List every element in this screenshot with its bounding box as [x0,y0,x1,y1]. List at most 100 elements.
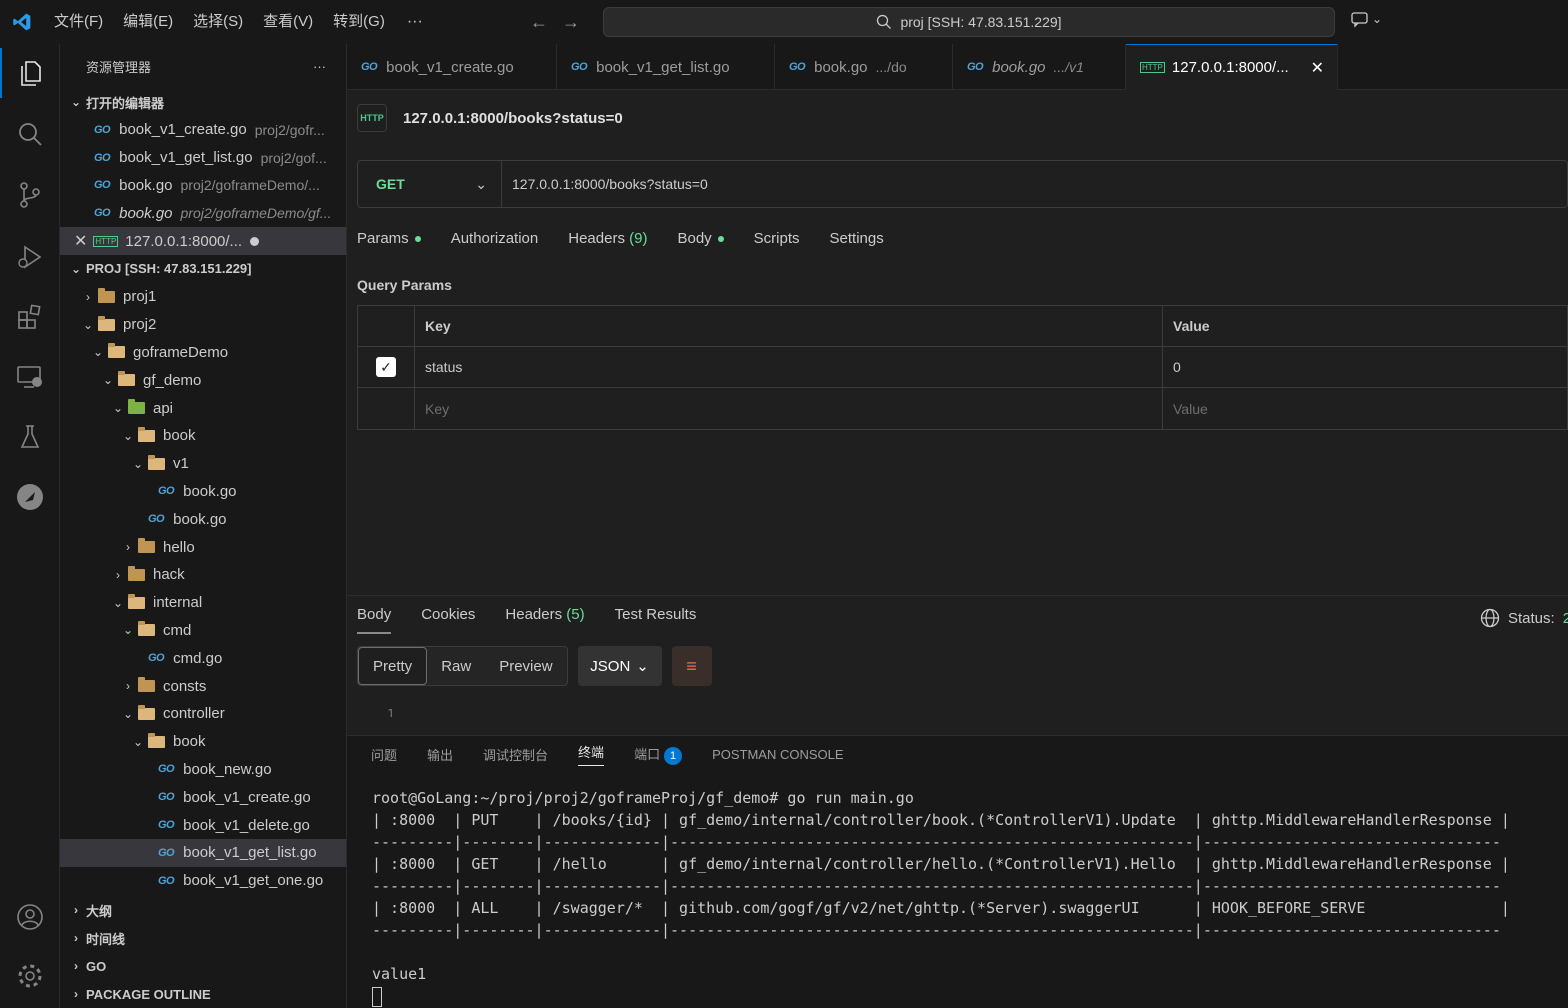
project-header[interactable]: ⌄ PROJ [SSH: 47.83.151.229] [60,255,346,283]
response-tab-test-results[interactable]: Test Results [615,606,697,634]
account-icon[interactable] [0,892,60,942]
tab-settings[interactable]: Settings [830,230,884,247]
new-value-input[interactable]: Value [1163,388,1567,429]
tree-item-folder[interactable]: ⌄ controller [60,700,346,728]
tree-item-folder[interactable]: ⌄ internal [60,589,346,617]
copilot-chat-button[interactable]: ⌄ [1350,10,1382,28]
tree-item-file[interactable]: GO book.go [60,478,346,506]
close-icon[interactable]: ✕ [74,231,87,251]
wrap-lines-icon[interactable]: ≡ [671,646,712,686]
testing-icon[interactable] [0,412,60,462]
http-request-icon: HTTP [1140,62,1165,73]
tree-item-file[interactable]: GO book_v1_delete.go [60,811,346,839]
tab-book-v1-get-list[interactable]: GO book_v1_get_list.go [557,44,775,90]
tree-item-folder[interactable]: › hack [60,561,346,589]
search-icon [877,14,892,29]
folder-open-icon [108,343,125,359]
tree-item-folder[interactable]: ⌄ v1 [60,450,346,478]
outline-section[interactable]: › 大纲 [60,896,346,924]
timeline-section[interactable]: › 时间线 [60,924,346,952]
tree-item-folder[interactable]: ⌄ api [60,394,346,422]
tab-scripts[interactable]: Scripts [754,230,800,247]
tree-item-folder[interactable]: ⌄ gf_demo [60,366,346,394]
tree-item-folder[interactable]: ⌄ book [60,422,346,450]
tree-item-file[interactable]: GO cmd.go [60,644,346,672]
panel-tab-ports[interactable]: 端口 1 [634,744,683,765]
tree-item-folder[interactable]: › proj1 [60,283,346,311]
tab-body[interactable]: Body [677,230,724,247]
tree-item-file[interactable]: GO book_v1_get_one.go [60,867,346,895]
explorer-icon[interactable] [0,48,60,98]
view-preview-button[interactable]: Preview [485,647,566,685]
settings-gear-icon[interactable] [0,951,60,1001]
tree-item-folder[interactable]: ⌄ book [60,728,346,756]
tree-item-folder[interactable]: ⌄ proj2 [60,311,346,339]
menu-selection[interactable]: 选择(S) [183,0,253,44]
source-control-icon[interactable] [0,170,60,220]
tab-params[interactable]: Params [357,230,421,247]
search-icon[interactable] [0,109,60,159]
open-editor-item[interactable]: GO book_v1_get_list.go proj2/gof... [60,144,346,172]
tree-item-folder[interactable]: › hello [60,533,346,561]
response-tab-cookies[interactable]: Cookies [421,606,475,634]
menu-edit[interactable]: 编辑(E) [113,0,183,44]
param-value-input[interactable]: 0 [1163,347,1567,387]
tab-http-request[interactable]: HTTP 127.0.0.1:8000/... ✕ [1126,44,1338,90]
panel-tab-terminal[interactable]: 终端 [578,742,605,766]
tree-item-file[interactable]: GO book_new.go [60,756,346,784]
menu-go[interactable]: 转到(G) [323,0,395,44]
tree-item-file[interactable]: GO book_v1_create.go [60,783,346,811]
extensions-icon[interactable] [0,292,60,342]
command-center-search[interactable]: proj [SSH: 47.83.151.229] [603,7,1335,37]
open-editor-item[interactable]: GO book.go proj2/goframeDemo/gf... [60,199,346,227]
response-tab-headers[interactable]: Headers (5) [505,606,584,634]
postman-icon[interactable] [0,472,60,522]
param-checkbox[interactable]: ✓ [376,357,396,377]
param-key-input[interactable]: status [415,347,1163,387]
response-tab-body[interactable]: Body [357,606,392,634]
tree-item-folder[interactable]: › consts [60,672,346,700]
go-file-icon: GO [571,61,588,73]
response-divider[interactable] [347,595,1568,596]
go-file-icon: GO [94,123,111,136]
tab-book-v1-create[interactable]: GO book_v1_create.go [347,44,557,90]
view-raw-button[interactable]: Raw [427,647,485,685]
menu-more-button[interactable]: ··· [395,13,435,31]
menu-file[interactable]: 文件(F) [44,0,113,44]
explorer-more-button[interactable]: ··· [313,59,326,74]
tab-authorization[interactable]: Authorization [451,230,539,247]
view-pretty-button[interactable]: Pretty [358,647,428,685]
open-editors-header[interactable]: ⌄ 打开的编辑器 [60,88,346,116]
forward-arrow-icon[interactable]: → [562,12,580,33]
tree-item-folder[interactable]: ⌄ cmd [60,617,346,645]
open-editor-item[interactable]: GO book_v1_create.go proj2/gofr... [60,116,346,144]
run-debug-icon[interactable] [0,232,60,282]
back-arrow-icon[interactable]: ← [530,12,548,33]
go-section[interactable]: › GO [60,952,346,980]
open-editor-item-active[interactable]: ✕ HTTP 127.0.0.1:8000/... [60,227,346,255]
tree-item-folder[interactable]: ⌄ goframeDemo [60,339,346,367]
terminal-output[interactable]: root@GoLang:~/proj/proj2/goframeProj/gf_… [372,787,1510,1007]
tab-book-do[interactable]: GO book.go .../do [775,44,953,90]
terminal-line: value1 [372,965,427,983]
chat-icon [1351,12,1368,28]
package-outline-section[interactable]: › PACKAGE OUTLINE [60,980,346,1008]
panel-tab-postman-console[interactable]: POSTMAN CONSOLE [712,747,843,762]
panel-tab-problems[interactable]: 问题 [371,745,397,764]
tree-item-file-selected[interactable]: GO book_v1_get_list.go [60,838,346,867]
method-select[interactable]: GET ⌄ [358,161,502,207]
new-key-input[interactable]: Key [415,388,1163,429]
open-editor-item[interactable]: GO book.go proj2/goframeDemo/... [60,172,346,200]
tab-book-v1[interactable]: GO book.go .../v1 [953,44,1126,90]
menu-view[interactable]: 查看(V) [253,0,323,44]
panel-tab-output[interactable]: 输出 [427,745,453,764]
chevron-right-icon: › [116,567,120,582]
url-input[interactable]: 127.0.0.1:8000/books?status=0 [502,176,708,192]
format-select[interactable]: JSON ⌄ [577,646,662,686]
close-icon[interactable]: ✕ [1311,58,1324,78]
tree-item-file[interactable]: GO book.go [60,505,346,533]
panel-tab-debug-console[interactable]: 调试控制台 [483,745,548,764]
tab-headers[interactable]: Headers (9) [568,230,647,247]
go-file-icon: GO [789,61,806,73]
remote-explorer-icon[interactable] [0,352,60,402]
